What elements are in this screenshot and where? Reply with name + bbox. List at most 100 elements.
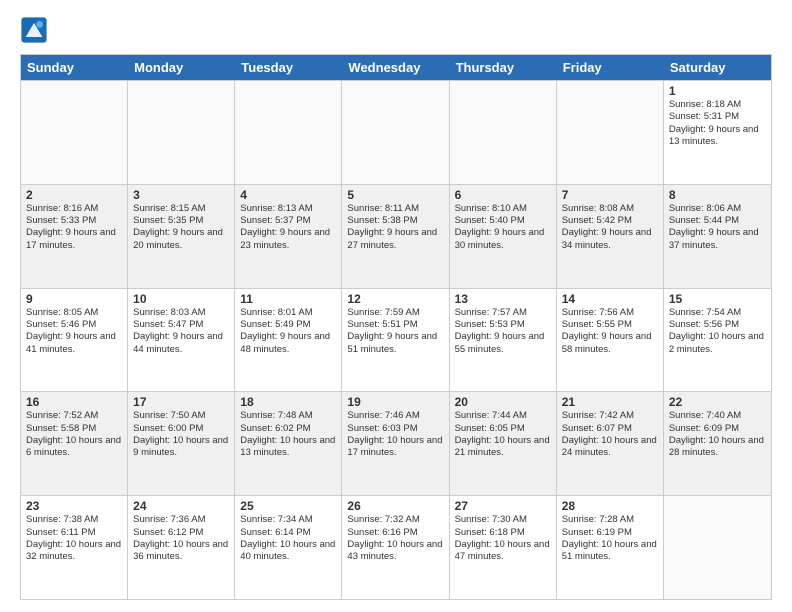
logo — [20, 16, 50, 44]
calendar-cell — [342, 81, 449, 184]
week-row-4: 23Sunrise: 7:38 AM Sunset: 6:11 PM Dayli… — [21, 495, 771, 599]
day-number: 28 — [562, 499, 658, 513]
day-info: Sunrise: 7:52 AM Sunset: 5:58 PM Dayligh… — [26, 410, 124, 458]
day-info: Sunrise: 7:57 AM Sunset: 5:53 PM Dayligh… — [455, 307, 547, 355]
calendar-cell — [235, 81, 342, 184]
day-number: 8 — [669, 188, 766, 202]
day-number: 11 — [240, 292, 336, 306]
day-number: 27 — [455, 499, 551, 513]
week-row-3: 16Sunrise: 7:52 AM Sunset: 5:58 PM Dayli… — [21, 391, 771, 495]
calendar-cell: 6Sunrise: 8:10 AM Sunset: 5:40 PM Daylig… — [450, 185, 557, 288]
calendar-cell: 25Sunrise: 7:34 AM Sunset: 6:14 PM Dayli… — [235, 496, 342, 599]
day-number: 1 — [669, 84, 766, 98]
day-info: Sunrise: 8:05 AM Sunset: 5:46 PM Dayligh… — [26, 307, 118, 355]
calendar-cell: 3Sunrise: 8:15 AM Sunset: 5:35 PM Daylig… — [128, 185, 235, 288]
calendar-cell: 27Sunrise: 7:30 AM Sunset: 6:18 PM Dayli… — [450, 496, 557, 599]
day-header-thursday: Thursday — [450, 55, 557, 80]
day-info: Sunrise: 7:46 AM Sunset: 6:03 PM Dayligh… — [347, 410, 445, 458]
calendar-cell: 2Sunrise: 8:16 AM Sunset: 5:33 PM Daylig… — [21, 185, 128, 288]
day-info: Sunrise: 7:30 AM Sunset: 6:18 PM Dayligh… — [455, 514, 553, 562]
calendar-cell: 14Sunrise: 7:56 AM Sunset: 5:55 PM Dayli… — [557, 289, 664, 392]
calendar-cell — [21, 81, 128, 184]
calendar-cell: 5Sunrise: 8:11 AM Sunset: 5:38 PM Daylig… — [342, 185, 449, 288]
day-info: Sunrise: 7:54 AM Sunset: 5:56 PM Dayligh… — [669, 307, 767, 355]
day-info: Sunrise: 7:40 AM Sunset: 6:09 PM Dayligh… — [669, 410, 767, 458]
day-number: 5 — [347, 188, 443, 202]
day-number: 23 — [26, 499, 122, 513]
day-number: 20 — [455, 395, 551, 409]
calendar-cell: 20Sunrise: 7:44 AM Sunset: 6:05 PM Dayli… — [450, 392, 557, 495]
day-number: 22 — [669, 395, 766, 409]
day-header-friday: Friday — [557, 55, 664, 80]
calendar-cell: 24Sunrise: 7:36 AM Sunset: 6:12 PM Dayli… — [128, 496, 235, 599]
day-info: Sunrise: 8:18 AM Sunset: 5:31 PM Dayligh… — [669, 99, 761, 147]
day-number: 17 — [133, 395, 229, 409]
day-number: 9 — [26, 292, 122, 306]
calendar-cell: 7Sunrise: 8:08 AM Sunset: 5:42 PM Daylig… — [557, 185, 664, 288]
day-info: Sunrise: 8:03 AM Sunset: 5:47 PM Dayligh… — [133, 307, 225, 355]
day-number: 4 — [240, 188, 336, 202]
calendar-cell: 22Sunrise: 7:40 AM Sunset: 6:09 PM Dayli… — [664, 392, 771, 495]
calendar-cell: 1Sunrise: 8:18 AM Sunset: 5:31 PM Daylig… — [664, 81, 771, 184]
calendar-cell: 4Sunrise: 8:13 AM Sunset: 5:37 PM Daylig… — [235, 185, 342, 288]
day-number: 18 — [240, 395, 336, 409]
day-info: Sunrise: 7:42 AM Sunset: 6:07 PM Dayligh… — [562, 410, 660, 458]
day-info: Sunrise: 7:36 AM Sunset: 6:12 PM Dayligh… — [133, 514, 231, 562]
calendar: SundayMondayTuesdayWednesdayThursdayFrid… — [20, 54, 772, 600]
day-header-monday: Monday — [128, 55, 235, 80]
day-header-sunday: Sunday — [21, 55, 128, 80]
day-header-wednesday: Wednesday — [342, 55, 449, 80]
calendar-cell: 18Sunrise: 7:48 AM Sunset: 6:02 PM Dayli… — [235, 392, 342, 495]
day-number: 24 — [133, 499, 229, 513]
calendar-cell: 13Sunrise: 7:57 AM Sunset: 5:53 PM Dayli… — [450, 289, 557, 392]
day-number: 13 — [455, 292, 551, 306]
day-number: 16 — [26, 395, 122, 409]
day-info: Sunrise: 8:08 AM Sunset: 5:42 PM Dayligh… — [562, 203, 654, 251]
day-info: Sunrise: 8:10 AM Sunset: 5:40 PM Dayligh… — [455, 203, 547, 251]
day-number: 2 — [26, 188, 122, 202]
day-header-saturday: Saturday — [664, 55, 771, 80]
day-info: Sunrise: 7:50 AM Sunset: 6:00 PM Dayligh… — [133, 410, 231, 458]
day-info: Sunrise: 7:34 AM Sunset: 6:14 PM Dayligh… — [240, 514, 338, 562]
day-number: 15 — [669, 292, 766, 306]
day-number: 10 — [133, 292, 229, 306]
day-info: Sunrise: 8:06 AM Sunset: 5:44 PM Dayligh… — [669, 203, 761, 251]
day-number: 19 — [347, 395, 443, 409]
day-number: 25 — [240, 499, 336, 513]
day-info: Sunrise: 7:44 AM Sunset: 6:05 PM Dayligh… — [455, 410, 553, 458]
day-number: 6 — [455, 188, 551, 202]
day-info: Sunrise: 8:16 AM Sunset: 5:33 PM Dayligh… — [26, 203, 118, 251]
day-number: 21 — [562, 395, 658, 409]
calendar-cell: 23Sunrise: 7:38 AM Sunset: 6:11 PM Dayli… — [21, 496, 128, 599]
day-info: Sunrise: 7:32 AM Sunset: 6:16 PM Dayligh… — [347, 514, 445, 562]
calendar-cell: 8Sunrise: 8:06 AM Sunset: 5:44 PM Daylig… — [664, 185, 771, 288]
logo-icon — [20, 16, 48, 44]
day-info: Sunrise: 7:48 AM Sunset: 6:02 PM Dayligh… — [240, 410, 338, 458]
day-info: Sunrise: 8:15 AM Sunset: 5:35 PM Dayligh… — [133, 203, 225, 251]
calendar-cell — [664, 496, 771, 599]
calendar-cell: 16Sunrise: 7:52 AM Sunset: 5:58 PM Dayli… — [21, 392, 128, 495]
day-info: Sunrise: 8:11 AM Sunset: 5:38 PM Dayligh… — [347, 203, 439, 251]
calendar-cell: 15Sunrise: 7:54 AM Sunset: 5:56 PM Dayli… — [664, 289, 771, 392]
day-number: 14 — [562, 292, 658, 306]
day-number: 3 — [133, 188, 229, 202]
header — [20, 16, 772, 44]
day-info: Sunrise: 7:56 AM Sunset: 5:55 PM Dayligh… — [562, 307, 654, 355]
calendar-cell: 26Sunrise: 7:32 AM Sunset: 6:16 PM Dayli… — [342, 496, 449, 599]
calendar-cell: 21Sunrise: 7:42 AM Sunset: 6:07 PM Dayli… — [557, 392, 664, 495]
weeks: 1Sunrise: 8:18 AM Sunset: 5:31 PM Daylig… — [21, 80, 771, 599]
day-info: Sunrise: 7:38 AM Sunset: 6:11 PM Dayligh… — [26, 514, 124, 562]
calendar-cell: 10Sunrise: 8:03 AM Sunset: 5:47 PM Dayli… — [128, 289, 235, 392]
day-info: Sunrise: 7:28 AM Sunset: 6:19 PM Dayligh… — [562, 514, 660, 562]
calendar-cell — [557, 81, 664, 184]
week-row-0: 1Sunrise: 8:18 AM Sunset: 5:31 PM Daylig… — [21, 80, 771, 184]
day-header-tuesday: Tuesday — [235, 55, 342, 80]
calendar-cell: 12Sunrise: 7:59 AM Sunset: 5:51 PM Dayli… — [342, 289, 449, 392]
day-headers: SundayMondayTuesdayWednesdayThursdayFrid… — [21, 55, 771, 80]
day-info: Sunrise: 8:01 AM Sunset: 5:49 PM Dayligh… — [240, 307, 332, 355]
day-number: 12 — [347, 292, 443, 306]
week-row-1: 2Sunrise: 8:16 AM Sunset: 5:33 PM Daylig… — [21, 184, 771, 288]
day-number: 7 — [562, 188, 658, 202]
calendar-cell: 28Sunrise: 7:28 AM Sunset: 6:19 PM Dayli… — [557, 496, 664, 599]
calendar-cell — [128, 81, 235, 184]
